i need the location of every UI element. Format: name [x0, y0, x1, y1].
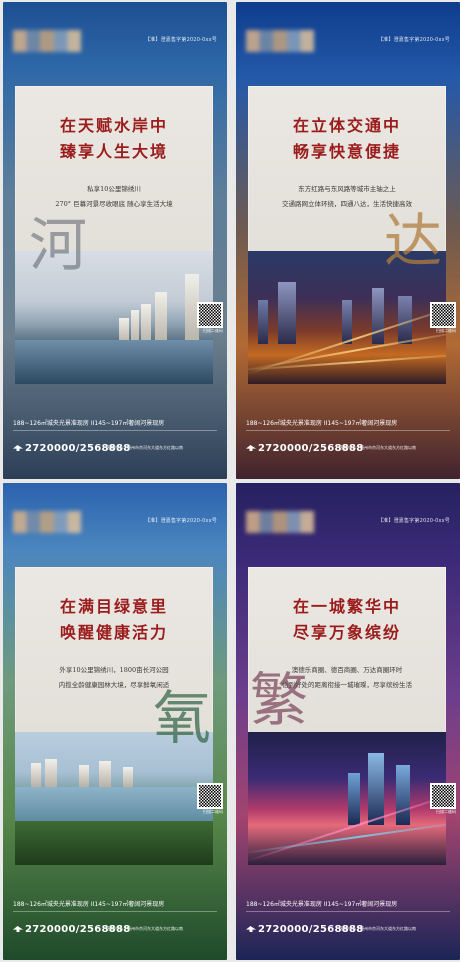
- copy-line-1: 东方红路与东风路等城市主轴之上: [298, 185, 396, 193]
- qr-caption: 扫描二维码: [203, 328, 223, 333]
- building: [31, 763, 41, 787]
- text-card: 在立体交通中 畅享快意便捷 东方红路与东风路等城市主轴之上 交通路网立体环绕，四…: [248, 86, 446, 384]
- house-icon: [13, 926, 23, 932]
- headline-line-2: 唤醒健康活力: [59, 623, 168, 642]
- qr-code[interactable]: [430, 783, 456, 809]
- building: [278, 282, 296, 344]
- house-icon: [246, 926, 256, 932]
- brand-logo: [246, 30, 314, 52]
- headline-line-1: 在满目绿意里: [59, 597, 168, 616]
- building: [99, 761, 111, 787]
- big-character: 河: [29, 211, 88, 279]
- building: [131, 310, 139, 344]
- text-card: 在满目绿意里 唤醒健康活力 外享10公里锦绣川，1800亩长河公园 内揽全龄健康…: [15, 567, 213, 865]
- copy-line-2: 270° 巨幕河景尽收眼底 随心享生活大境: [55, 200, 173, 208]
- divider: [13, 911, 217, 912]
- copy-line-1: 外享10公里锦绣川，1800亩长河公园: [59, 666, 169, 674]
- headline-line-2: 尽享万象缤纷: [292, 623, 401, 642]
- qr-code[interactable]: [197, 783, 223, 809]
- building: [45, 759, 57, 787]
- qr-code[interactable]: [430, 302, 456, 328]
- poster-green: 【准】澄嘉售字第2020-0xx号 在满目绿意里 唤醒健康活力 外享10公里锦绣…: [3, 483, 227, 960]
- brand-logo: [13, 511, 81, 533]
- house-icon: [13, 445, 23, 451]
- brand-logo: [246, 511, 314, 533]
- house-icon: [246, 445, 256, 451]
- light-trail: [248, 786, 446, 864]
- tree-band: [15, 821, 213, 865]
- poster-traffic: 【准】澄嘉售字第2020-0xx号 在立体交通中 畅享快意便捷 东方红路与东风路…: [236, 2, 460, 479]
- address-text: 营销中心：德州市京河东大道东方红路以南: [340, 926, 416, 931]
- address-text: 营销中心：德州市京河东大道东方红路以南: [340, 445, 416, 450]
- headline-line-2: 臻享人生大境: [59, 142, 168, 161]
- address-text: 营销中心：德州市京河东大道东方红路以南: [107, 445, 183, 450]
- poster-grid: 【准】澄嘉售字第2020-0xx号 在天赋水岸中 臻享人生大境 私享10公里锦绣…: [0, 0, 460, 962]
- lake-water: [15, 787, 213, 823]
- specs-text: 188~126㎡城央光景准现房 II145~197㎡奢阔河景现房: [246, 901, 398, 908]
- brand-logo: [13, 30, 81, 52]
- footer: 2720000/2568888 营销中心：德州市京河东大道东方红路以南: [236, 430, 460, 479]
- building: [372, 288, 384, 344]
- text-card: 在天赋水岸中 臻享人生大境 私享10公里锦绣川 270° 巨幕河景尽收眼底 随心…: [15, 86, 213, 384]
- headline-line-2: 畅享快意便捷: [292, 142, 401, 161]
- licence-text: 【准】澄嘉售字第2020-0xx号: [144, 37, 217, 43]
- licence-text: 【准】澄嘉售字第2020-0xx号: [144, 518, 217, 524]
- poster-river: 【准】澄嘉售字第2020-0xx号 在天赋水岸中 臻享人生大境 私享10公里锦绣…: [3, 2, 227, 479]
- poster-prosperity: 【准】澄嘉售字第2020-0xx号 在一城繁华中 尽享万象缤纷 澳德乐商圈、德百…: [236, 483, 460, 960]
- night-city-photo: [248, 732, 446, 865]
- qr-caption: 扫描二维码: [203, 809, 223, 814]
- address-text: 营销中心：德州市京河东大道东方红路以南: [107, 926, 183, 931]
- licence-text: 【准】澄嘉售字第2020-0xx号: [377, 37, 450, 43]
- building: [123, 767, 133, 787]
- qr-code[interactable]: [197, 302, 223, 328]
- copy-line-1: 私享10公里锦绣川: [87, 185, 141, 193]
- building: [79, 765, 89, 787]
- specs-text: 188~126㎡城央光景准现房 II145~197㎡奢阔河景现房: [13, 420, 165, 427]
- building: [342, 300, 352, 344]
- building: [258, 300, 268, 344]
- building: [396, 765, 410, 825]
- headline-line-1: 在立体交通中: [292, 116, 401, 135]
- text-card: 在一城繁华中 尽享万象缤纷 澳德乐商圈、德百商圈、万达商圈环时 恰到好处的距离衔…: [248, 567, 446, 865]
- building: [141, 304, 151, 344]
- divider: [246, 911, 450, 912]
- licence-text: 【准】澄嘉售字第2020-0xx号: [377, 518, 450, 524]
- headline-line-1: 在天赋水岸中: [59, 116, 168, 135]
- qr-caption: 扫描二维码: [436, 809, 456, 814]
- headline-line-1: 在一城繁华中: [292, 597, 401, 616]
- footer: 2720000/2568888 营销中心：德州市京河东大道东方红路以南: [3, 430, 227, 479]
- building: [155, 292, 167, 344]
- divider: [246, 430, 450, 431]
- big-character: 氧: [153, 684, 212, 752]
- building: [348, 773, 360, 825]
- footer: 2720000/2568888 营销中心：德州市京河东大道东方红路以南: [3, 911, 227, 960]
- big-character: 繁: [250, 666, 309, 734]
- specs-text: 188~126㎡城央光景准现房 II145~197㎡奢阔河景现房: [246, 420, 398, 427]
- footer: 2720000/2568888 营销中心：德州市京河东大道东方红路以南: [236, 911, 460, 960]
- qr-caption: 扫描二维码: [436, 328, 456, 333]
- building: [368, 753, 384, 825]
- big-character: 达: [384, 207, 443, 275]
- specs-text: 188~126㎡城央光景准现房 II145~197㎡奢阔河景现房: [13, 901, 165, 908]
- divider: [13, 430, 217, 431]
- river-water: [15, 340, 213, 384]
